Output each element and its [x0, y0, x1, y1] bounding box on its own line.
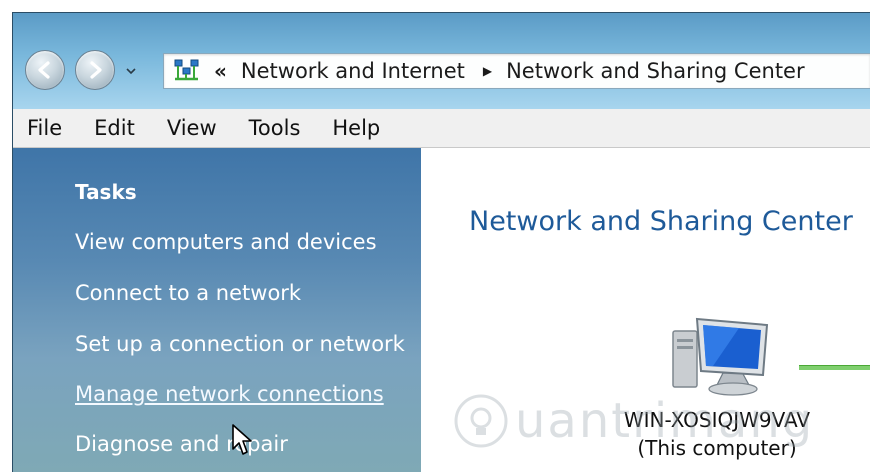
menu-edit[interactable]: Edit — [78, 116, 151, 140]
tasks-heading: Tasks — [75, 180, 137, 204]
task-connect-to-a-network[interactable]: Connect to a network — [75, 281, 301, 305]
network-connection-line — [799, 365, 870, 370]
navigation-bar: « Network and Internet ▶ Network and Sha… — [13, 13, 870, 109]
breadcrumb-network-and-internet[interactable]: Network and Internet — [241, 59, 465, 83]
menu-tools[interactable]: Tools — [233, 116, 317, 140]
arrow-left-icon — [38, 61, 50, 79]
mouse-cursor-icon — [232, 424, 252, 455]
address-bar[interactable]: « Network and Internet ▶ Network and Sha… — [163, 53, 870, 89]
history-dropdown-icon[interactable] — [125, 65, 137, 77]
network-icon — [174, 59, 199, 81]
breadcrumb-overflow[interactable]: « — [214, 59, 227, 83]
menu-view[interactable]: View — [151, 116, 233, 140]
task-manage-network-connections[interactable]: Manage network connections — [75, 382, 384, 406]
menu-file[interactable]: File — [13, 116, 78, 140]
arrow-right-icon — [90, 61, 102, 79]
watermark: uantrimang — [453, 393, 814, 449]
task-view-computers-and-devices[interactable]: View computers and devices — [75, 230, 377, 254]
watermark-text: uantrimang — [515, 393, 815, 449]
explorer-window: « Network and Internet ▶ Network and Sha… — [12, 12, 870, 472]
page-title: Network and Sharing Center — [469, 206, 853, 237]
lightbulb-icon — [454, 394, 508, 448]
computer-icon[interactable] — [659, 313, 779, 403]
task-set-up-connection[interactable]: Set up a connection or network — [75, 332, 405, 356]
task-diagnose-and-repair[interactable]: Diagnose and repair — [75, 432, 288, 456]
menu-bar: File Edit View Tools Help — [13, 109, 870, 148]
back-button[interactable] — [25, 50, 65, 90]
breadcrumb-arrow-icon[interactable]: ▶ — [483, 64, 492, 78]
breadcrumb-network-and-sharing-center[interactable]: Network and Sharing Center — [506, 59, 805, 83]
menu-help[interactable]: Help — [316, 116, 396, 140]
forward-button[interactable] — [75, 50, 115, 90]
task-pane: Tasks View computers and devices Connect… — [13, 148, 421, 472]
